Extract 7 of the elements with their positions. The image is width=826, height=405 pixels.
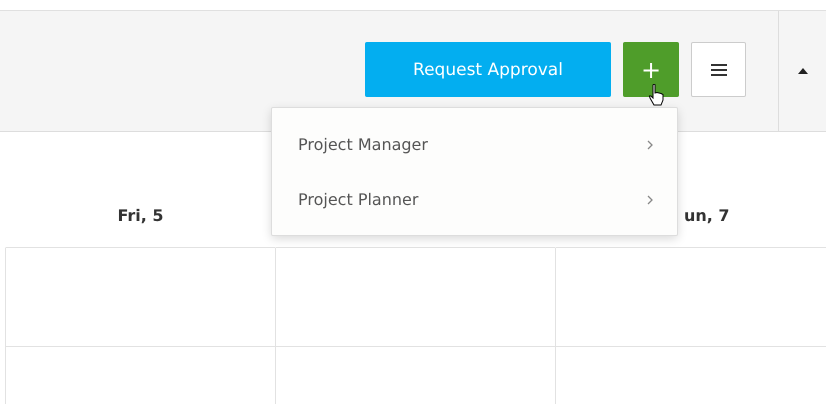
day-header: Fri, 5 xyxy=(117,206,164,225)
menu-item[interactable]: Project Manager xyxy=(272,117,677,172)
menu-item[interactable]: Project Planner xyxy=(272,172,677,227)
menu-icon xyxy=(710,64,726,76)
caret-up-icon xyxy=(798,68,808,74)
menu-button[interactable] xyxy=(691,42,746,97)
day-header: un, 7 xyxy=(684,206,730,225)
